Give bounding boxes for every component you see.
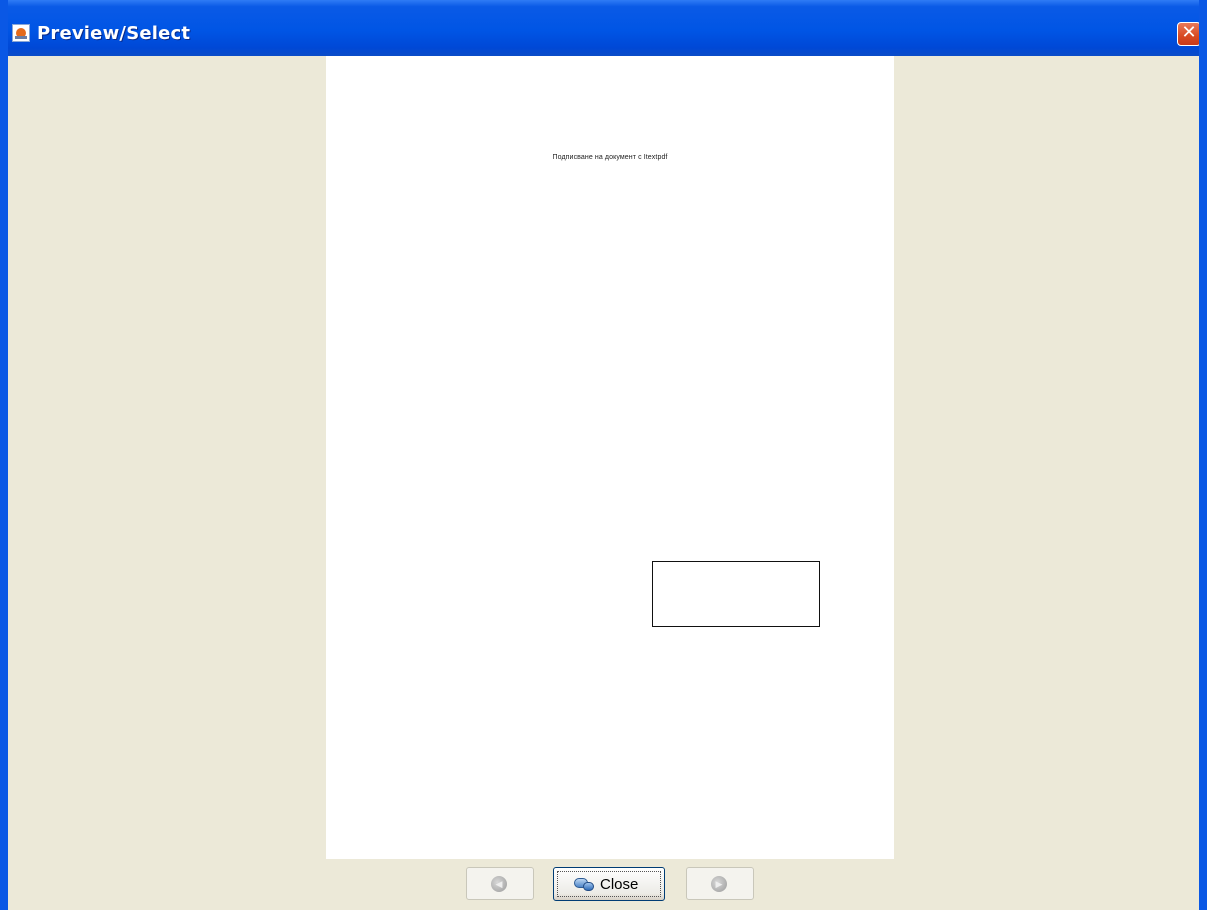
signature-rectangle[interactable] bbox=[652, 561, 820, 627]
next-arrow-icon: ▶ bbox=[711, 876, 727, 892]
title-bar[interactable]: Preview/Select ✕ bbox=[8, 0, 1199, 56]
close-button[interactable]: Close bbox=[553, 867, 665, 901]
window-close-button[interactable]: ✕ bbox=[1177, 22, 1199, 46]
previous-arrow-icon: ◀ bbox=[491, 876, 507, 892]
java-app-icon bbox=[12, 24, 30, 42]
next-page-button[interactable]: ▶ bbox=[686, 867, 754, 900]
document-text: Подписване на документ с Itextpdf bbox=[552, 154, 668, 161]
preview-select-window: Preview/Select ✕ Подписване на документ … bbox=[0, 0, 1207, 910]
document-page[interactable]: Подписване на документ с Itextpdf bbox=[326, 56, 894, 859]
window-title: Preview/Select bbox=[37, 23, 191, 44]
close-icon: ✕ bbox=[1181, 22, 1197, 43]
preview-area: Подписване на документ с Itextpdf ◀ Clos… bbox=[8, 56, 1199, 910]
close-link-icon bbox=[574, 876, 596, 892]
close-button-label: Close bbox=[600, 876, 639, 893]
previous-page-button[interactable]: ◀ bbox=[466, 867, 534, 900]
button-bar: ◀ Close ▶ bbox=[8, 867, 1199, 907]
